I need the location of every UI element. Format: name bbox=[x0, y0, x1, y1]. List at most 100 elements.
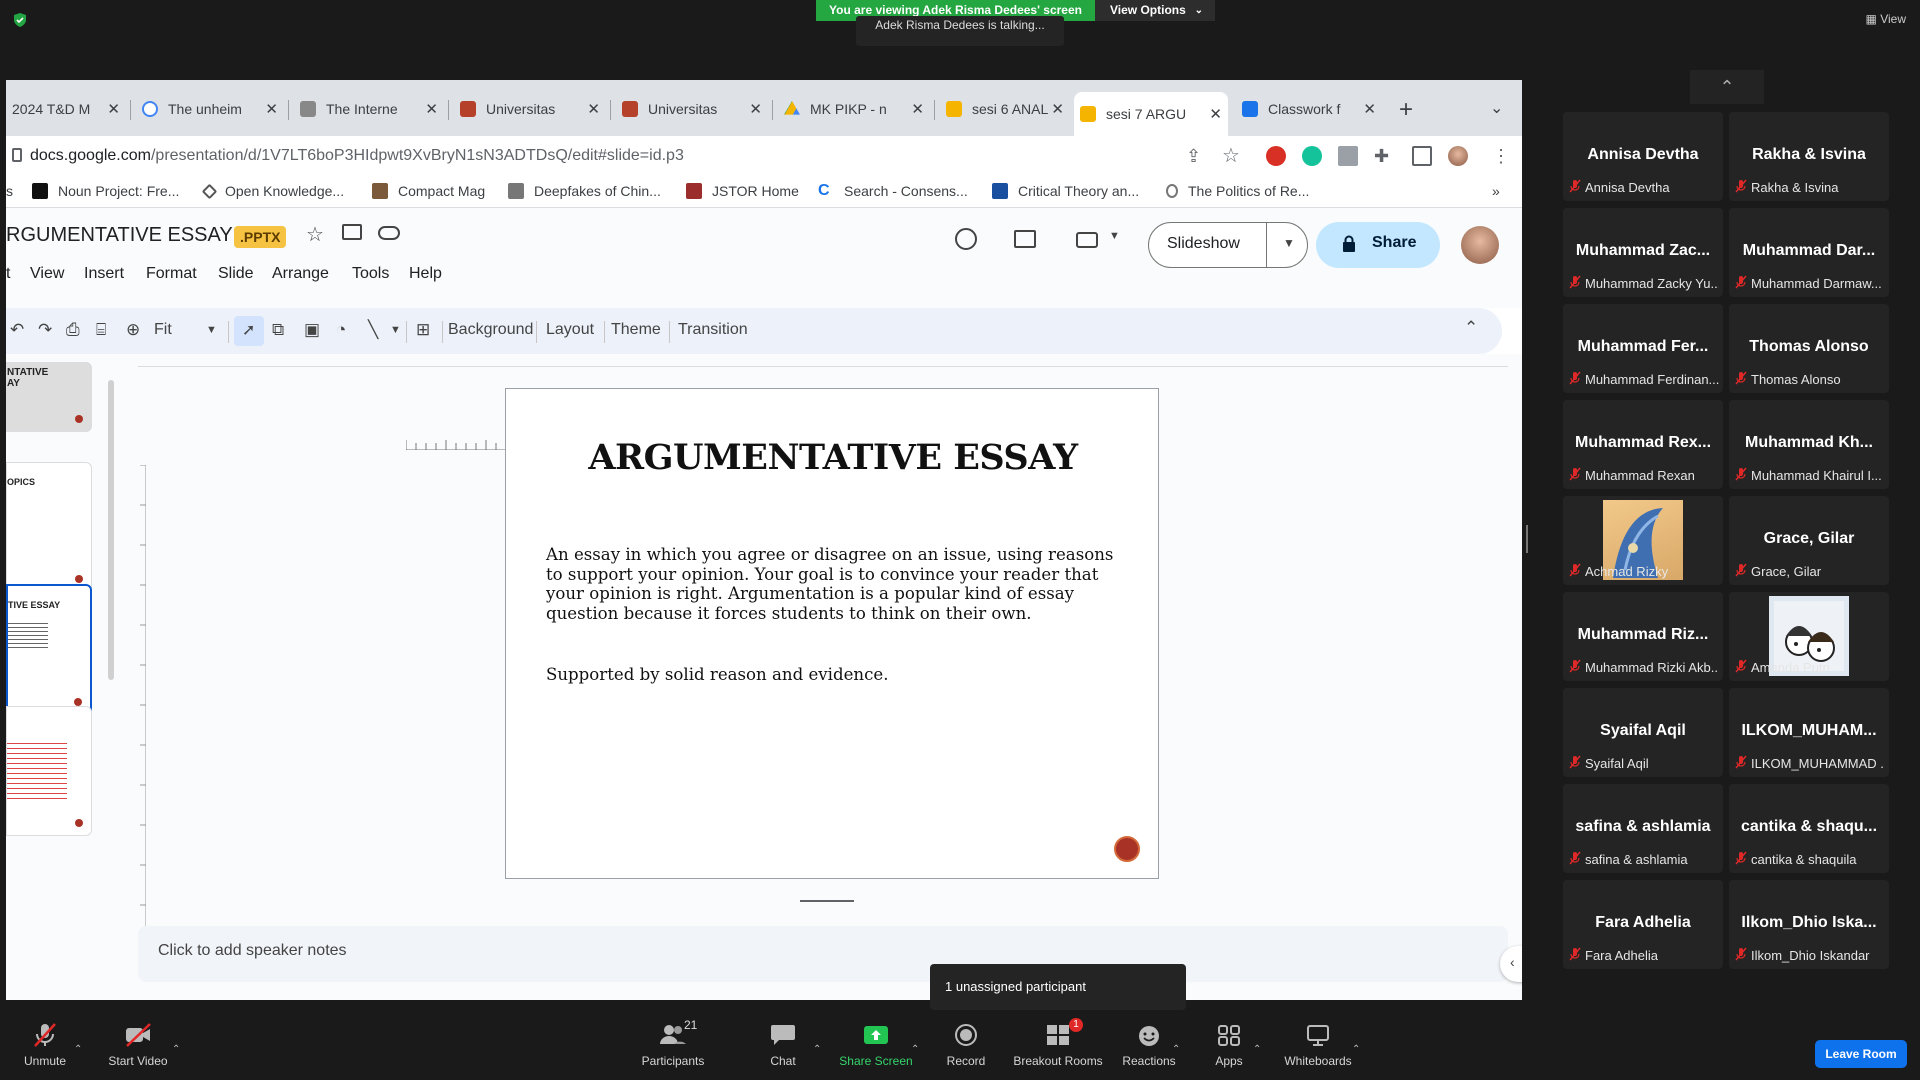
zoom-select[interactable]: Fit bbox=[154, 321, 172, 339]
background-button[interactable]: Background bbox=[448, 321, 533, 339]
bookmark-item[interactable]: s bbox=[6, 183, 13, 199]
participant-tile[interactable]: Achmad Rizky bbox=[1563, 496, 1723, 585]
close-icon[interactable]: ✕ bbox=[911, 100, 924, 118]
current-slide[interactable]: ARGUMENTATIVE ESSAY An essay in which yo… bbox=[505, 388, 1159, 879]
menu-view[interactable]: View bbox=[30, 265, 64, 283]
add-comment-icon[interactable]: ⊞ bbox=[416, 320, 430, 340]
redo-icon[interactable]: ↷ bbox=[38, 320, 52, 340]
participants-button[interactable]: 21 Participants bbox=[618, 1018, 728, 1068]
bookmark-item[interactable]: Compact Mag bbox=[372, 183, 485, 199]
tab-search-chevron-icon[interactable]: ⌄ bbox=[1490, 98, 1503, 118]
bookmark-item[interactable]: The Politics of Re... bbox=[1166, 183, 1309, 199]
menu-slide[interactable]: Slide bbox=[218, 265, 254, 283]
participant-tile[interactable]: Muhammad Dar... Muhammad Darmaw... bbox=[1729, 208, 1889, 297]
line-icon[interactable]: ╲ bbox=[368, 320, 378, 340]
participant-tile[interactable]: Fara Adhelia Fara Adhelia bbox=[1563, 880, 1723, 969]
bookmark-item[interactable]: Noun Project: Fre... bbox=[32, 183, 179, 199]
participant-tile[interactable]: ILKOM_MUHAM... ILKOM_MUHAMMAD ... bbox=[1729, 688, 1889, 777]
participant-tile[interactable]: Muhammad Kh... Muhammad Khairul I... bbox=[1729, 400, 1889, 489]
share-button[interactable]: Share bbox=[1316, 222, 1440, 268]
menu-insert[interactable]: Insert bbox=[84, 265, 124, 283]
slide-body-text[interactable]: An essay in which you agree or disagree … bbox=[546, 545, 1116, 623]
comments-icon[interactable] bbox=[1014, 230, 1036, 248]
share-page-icon[interactable]: ⇪ bbox=[1186, 146, 1206, 166]
document-title[interactable]: RGUMENTATIVE ESSAY bbox=[6, 224, 233, 247]
side-panel-icon[interactable] bbox=[1412, 146, 1432, 166]
pptx-badge[interactable]: .PPTX bbox=[234, 226, 287, 248]
close-icon[interactable]: ✕ bbox=[587, 100, 600, 118]
slideshow-dropdown-icon[interactable]: ▼ bbox=[1283, 236, 1295, 250]
extensions-puzzle-icon[interactable]: ✚ bbox=[1374, 146, 1394, 166]
browser-tab[interactable]: sesi 6 ANAL ✕ bbox=[940, 92, 1070, 126]
view-button[interactable]: ▦ View bbox=[1866, 12, 1906, 26]
account-avatar[interactable] bbox=[1461, 226, 1499, 264]
menu-file[interactable]: t bbox=[6, 265, 10, 283]
slide-thumbnail-selected[interactable]: TIVE ESSAY bbox=[6, 584, 92, 716]
theme-button[interactable]: Theme bbox=[611, 321, 661, 339]
browser-tab[interactable]: Universitas ✕ bbox=[454, 92, 606, 126]
close-icon[interactable]: ✕ bbox=[107, 100, 120, 118]
slideshow-button[interactable]: Slideshow ▼ bbox=[1148, 222, 1308, 268]
close-icon[interactable]: ✕ bbox=[749, 100, 762, 118]
gallery-scroll-up-button[interactable]: ⌃ bbox=[1690, 70, 1764, 104]
more-vert-icon[interactable]: ⋮ bbox=[1492, 146, 1512, 166]
slide-thumbnail[interactable] bbox=[6, 706, 92, 836]
close-icon[interactable]: ✕ bbox=[265, 100, 278, 118]
move-folder-icon[interactable] bbox=[342, 224, 362, 240]
transition-button[interactable]: Transition bbox=[678, 321, 748, 339]
chevron-down-icon[interactable]: ▼ bbox=[390, 324, 401, 336]
apps-caret-icon[interactable]: ⌃ bbox=[1253, 1044, 1261, 1055]
browser-tab[interactable]: Universitas ✕ bbox=[616, 92, 768, 126]
participant-tile[interactable]: Rakha & Isvina Rakha & Isvina bbox=[1729, 112, 1889, 201]
profile-avatar[interactable] bbox=[1448, 146, 1468, 166]
audio-options-caret-icon[interactable]: ⌃ bbox=[74, 1044, 82, 1055]
slide-thumbnail[interactable]: OPICS bbox=[6, 462, 92, 592]
slide-title[interactable]: ARGUMENTATIVE ESSAY bbox=[506, 437, 1160, 478]
bookmark-item[interactable]: Open Knowledge... bbox=[201, 183, 344, 199]
select-tool-button[interactable]: ➚ bbox=[234, 316, 264, 346]
url-field[interactable]: docs.google.com/presentation/d/1V7LT6boP… bbox=[30, 147, 684, 165]
version-history-icon[interactable] bbox=[955, 228, 977, 250]
participant-tile[interactable]: Ilkom_Dhio Iska... Ilkom_Dhio Iskandar bbox=[1729, 880, 1889, 969]
chevron-down-icon[interactable]: ▼ bbox=[1109, 230, 1120, 242]
bookmark-item[interactable]: JSTOR Home bbox=[686, 183, 799, 199]
close-icon[interactable]: ✕ bbox=[1209, 105, 1222, 123]
menu-help[interactable]: Help bbox=[409, 265, 442, 283]
bookmark-item[interactable]: Critical Theory an... bbox=[992, 183, 1139, 199]
participant-tile[interactable]: Annisa Devtha Annisa Devtha bbox=[1563, 112, 1723, 201]
star-icon[interactable]: ☆ bbox=[306, 222, 324, 247]
video-options-caret-icon[interactable]: ⌃ bbox=[172, 1044, 180, 1055]
chevron-down-icon[interactable]: ▼ bbox=[206, 324, 217, 336]
participant-tile[interactable]: Muhammad Riz... Muhammad Rizki Akb... bbox=[1563, 592, 1723, 681]
cloud-status-icon[interactable] bbox=[378, 226, 400, 240]
browser-tab[interactable]: 2024 T&D M ✕ bbox=[6, 92, 126, 126]
zoom-icon[interactable]: ⊕ bbox=[126, 320, 140, 340]
close-icon[interactable]: ✕ bbox=[425, 100, 438, 118]
participant-tile[interactable]: Syaifal Aqil Syaifal Aqil bbox=[1563, 688, 1723, 777]
leave-room-button[interactable]: Leave Room bbox=[1815, 1040, 1907, 1068]
panel-resize-handle[interactable] bbox=[1526, 525, 1528, 553]
browser-tab[interactable]: The Interne ✕ bbox=[294, 92, 444, 126]
layout-button[interactable]: Layout bbox=[546, 321, 594, 339]
new-tab-plus-icon[interactable]: + bbox=[1399, 96, 1413, 124]
adblock-extension-icon[interactable] bbox=[1266, 146, 1286, 166]
lock-icon[interactable] bbox=[12, 148, 22, 162]
print-icon[interactable]: ⎙ bbox=[66, 320, 80, 340]
browser-tab[interactable]: Classwork f ✕ bbox=[1236, 92, 1382, 126]
whiteboards-caret-icon[interactable]: ⌃ bbox=[1352, 1044, 1360, 1055]
close-icon[interactable]: ✕ bbox=[1051, 100, 1064, 118]
grammarly-extension-icon[interactable] bbox=[1302, 146, 1322, 166]
paint-format-icon[interactable]: ⌸ bbox=[96, 320, 106, 340]
meet-video-icon[interactable] bbox=[1076, 232, 1098, 248]
view-options-button[interactable]: View Options ⌄ bbox=[1095, 0, 1215, 21]
browser-tab[interactable]: The unheim ✕ bbox=[136, 92, 284, 126]
browser-tab-active[interactable]: sesi 7 ARGU ✕ bbox=[1074, 92, 1228, 136]
menu-arrange[interactable]: Arrange bbox=[272, 265, 329, 283]
participant-tile[interactable]: Muhammad Zac... Muhammad Zacky Yu... bbox=[1563, 208, 1723, 297]
participant-tile[interactable]: Grace, Gilar Grace, Gilar bbox=[1729, 496, 1889, 585]
browser-tab[interactable]: MK PIKP - n ✕ bbox=[778, 92, 930, 126]
participant-tile[interactable]: Muhammad Fer... Muhammad Ferdinan... bbox=[1563, 304, 1723, 393]
participant-tile[interactable]: cantika & shaqu... cantika & shaquila bbox=[1729, 784, 1889, 873]
bookmark-item[interactable]: C Search - Consens... bbox=[818, 183, 968, 200]
notes-resize-handle[interactable] bbox=[800, 900, 854, 902]
